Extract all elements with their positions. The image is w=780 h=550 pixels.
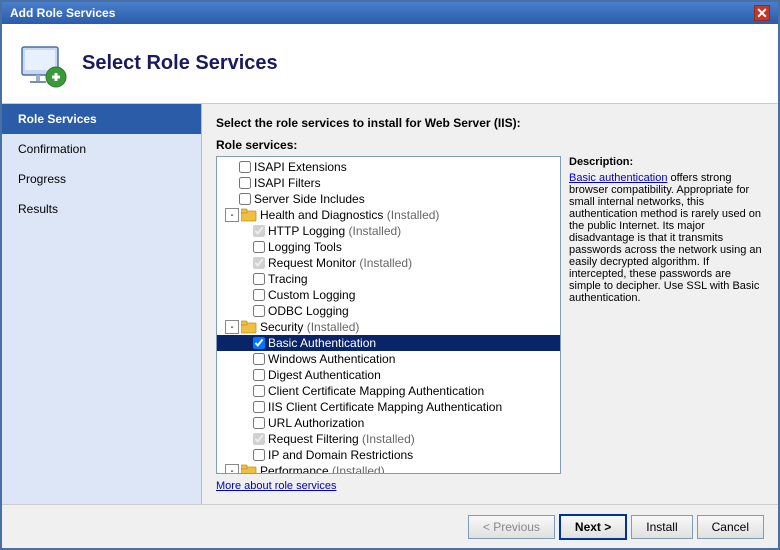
list-item[interactable]: ISAPI Extensions (217, 159, 560, 175)
list-item[interactable]: Client Certificate Mapping Authenticatio… (217, 383, 560, 399)
url-auth-checkbox[interactable] (253, 417, 265, 429)
security-group[interactable]: - Security (Installed) (217, 319, 560, 335)
services-panel: ISAPI Extensions ISAPI Filters Server Si… (216, 156, 764, 474)
sidebar-item-progress[interactable]: Progress (2, 164, 201, 194)
folder-icon (241, 208, 257, 222)
cancel-button[interactable]: Cancel (697, 515, 764, 539)
role-services-tree[interactable]: ISAPI Extensions ISAPI Filters Server Si… (216, 156, 561, 474)
description-panel: Description: Basic authentication offers… (569, 156, 764, 474)
odbc-logging-checkbox[interactable] (253, 305, 265, 317)
basic-auth-checkbox[interactable] (253, 337, 265, 349)
next-button[interactable]: Next > (559, 514, 627, 540)
folder-icon (241, 464, 257, 474)
request-filtering-checkbox[interactable] (253, 433, 265, 445)
role-services-label: Role services: (216, 138, 764, 152)
footer: < Previous Next > Install Cancel (2, 504, 778, 548)
list-item[interactable]: Logging Tools (217, 239, 560, 255)
folder-icon (241, 320, 257, 334)
server-side-includes-checkbox[interactable] (239, 193, 251, 205)
custom-logging-checkbox[interactable] (253, 289, 265, 301)
iis-client-cert-checkbox[interactable] (253, 401, 265, 413)
list-item[interactable]: URL Authorization (217, 415, 560, 431)
description-link[interactable]: Basic authentication (569, 172, 667, 184)
page-title: Select Role Services (82, 52, 278, 75)
list-item[interactable]: ODBC Logging (217, 303, 560, 319)
list-item[interactable]: HTTP Logging (Installed) (217, 223, 560, 239)
health-diagnostics-group[interactable]: - Health and Diagnostics (Installed) (217, 207, 560, 223)
content-area: Select the role services to install for … (202, 104, 778, 504)
sidebar-item-role-services[interactable]: Role Services (2, 104, 201, 134)
window-title: Add Role Services (10, 6, 115, 20)
list-item[interactable]: ISAPI Filters (217, 175, 560, 191)
list-item[interactable]: Server Side Includes (217, 191, 560, 207)
tracing-checkbox[interactable] (253, 273, 265, 285)
description-label: Description: (569, 156, 764, 168)
logging-tools-checkbox[interactable] (253, 241, 265, 253)
main-content: Role Services Confirmation Progress Resu… (2, 104, 778, 504)
description-text: Basic authentication offers strong brows… (569, 172, 764, 304)
install-button[interactable]: Install (631, 515, 692, 539)
security-toggle[interactable]: - (225, 320, 239, 334)
header-icon (18, 39, 68, 89)
http-logging-checkbox[interactable] (253, 225, 265, 237)
list-item[interactable]: IIS Client Certificate Mapping Authentic… (217, 399, 560, 415)
list-item[interactable]: Custom Logging (217, 287, 560, 303)
window: Add Role Services ✕ Select Role Services… (0, 0, 780, 550)
title-bar: Add Role Services ✕ (2, 2, 778, 24)
basic-authentication-item[interactable]: Basic Authentication (217, 335, 560, 351)
sidebar-item-confirmation[interactable]: Confirmation (2, 134, 201, 164)
description-body: offers strong browser compatibility. App… (569, 172, 762, 304)
collapse-toggle[interactable]: - (225, 208, 239, 222)
list-item[interactable]: Tracing (217, 271, 560, 287)
windows-auth-checkbox[interactable] (253, 353, 265, 365)
request-monitor-checkbox[interactable] (253, 257, 265, 269)
isapi-extensions-checkbox[interactable] (239, 161, 251, 173)
previous-button[interactable]: < Previous (468, 515, 555, 539)
list-item[interactable]: Windows Authentication (217, 351, 560, 367)
performance-toggle[interactable]: - (225, 464, 239, 474)
content-instruction: Select the role services to install for … (216, 116, 764, 130)
list-item[interactable]: IP and Domain Restrictions (217, 447, 560, 463)
client-cert-checkbox[interactable] (253, 385, 265, 397)
ip-domain-checkbox[interactable] (253, 449, 265, 461)
digest-auth-checkbox[interactable] (253, 369, 265, 381)
more-about-link[interactable]: More about role services (216, 480, 764, 492)
isapi-filters-checkbox[interactable] (239, 177, 251, 189)
sidebar-item-results[interactable]: Results (2, 194, 201, 224)
performance-group[interactable]: - Performance (Installed) (217, 463, 560, 474)
close-button[interactable]: ✕ (754, 5, 770, 21)
list-item[interactable]: Digest Authentication (217, 367, 560, 383)
list-item[interactable]: Request Monitor (Installed) (217, 255, 560, 271)
header: Select Role Services (2, 24, 778, 104)
list-item[interactable]: Request Filtering (Installed) (217, 431, 560, 447)
sidebar: Role Services Confirmation Progress Resu… (2, 104, 202, 504)
